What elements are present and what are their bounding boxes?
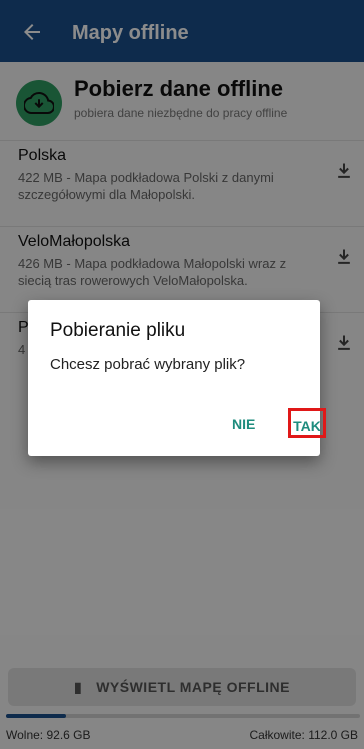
dialog-message: Chcesz pobrać wybrany plik? bbox=[50, 356, 246, 373]
no-button[interactable]: NIE bbox=[232, 416, 255, 432]
yes-button[interactable]: TAK bbox=[288, 408, 326, 438]
dialog-title: Pobieranie pliku bbox=[50, 320, 186, 341]
download-confirm-dialog: Pobieranie pliku Chcesz pobrać wybrany p… bbox=[28, 300, 326, 456]
